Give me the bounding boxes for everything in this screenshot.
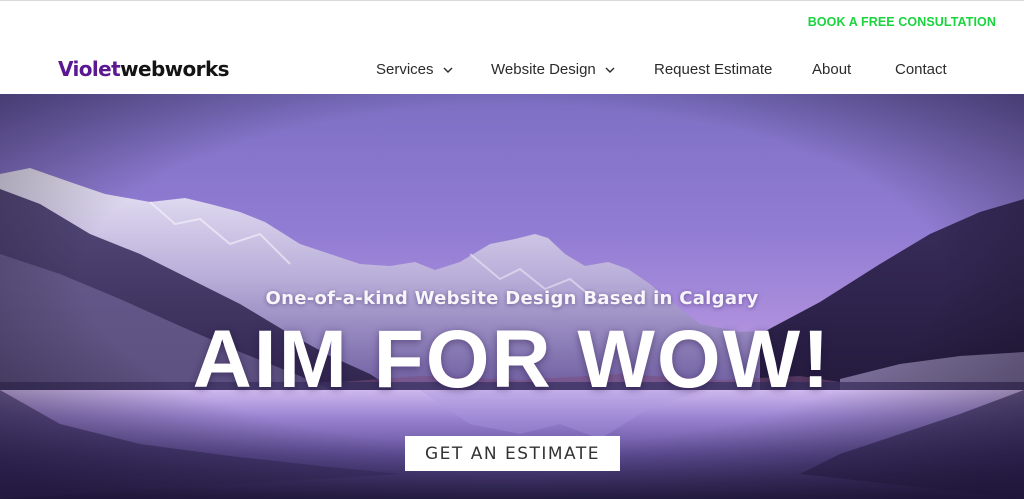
nav-item-label: Contact (895, 61, 947, 78)
logo-text-violet: Violet (58, 57, 121, 81)
nav-item-label: Website Design (491, 61, 596, 78)
book-consultation-link[interactable]: BOOK A FREE CONSULTATION (808, 15, 996, 29)
nav-item-label: Services (376, 61, 434, 78)
nav-item-about[interactable]: About (812, 61, 851, 78)
hero-section: One-of-a-kind Website Design Based in Ca… (0, 94, 1024, 499)
nav-item-contact[interactable]: Contact (895, 61, 947, 78)
nav-item-label: Request Estimate (654, 61, 773, 78)
site-header: BOOK A FREE CONSULTATION Violetwebworks … (0, 0, 1024, 94)
nav-item-services[interactable]: Services (376, 61, 453, 78)
get-estimate-button[interactable]: GET AN ESTIMATE (405, 436, 620, 471)
logo-text-webworks: webworks (120, 57, 229, 81)
hero-subtitle: One-of-a-kind Website Design Based in Ca… (265, 288, 759, 309)
logo[interactable]: Violetwebworks (58, 57, 230, 81)
nav-item-request-estimate[interactable]: Request Estimate (654, 61, 772, 78)
nav-item-label: About (812, 61, 852, 78)
chevron-down-icon (443, 67, 453, 73)
hero-title: AIM FOR WOW! (192, 314, 832, 405)
chevron-down-icon (605, 67, 615, 73)
nav-item-website-design[interactable]: Website Design (491, 61, 615, 78)
